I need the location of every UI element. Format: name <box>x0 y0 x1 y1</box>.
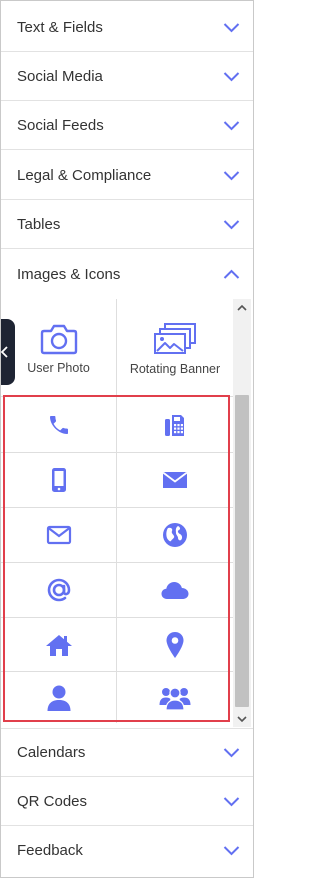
section-label: Tables <box>17 215 61 233</box>
scroll-down-arrow[interactable] <box>233 711 251 727</box>
chevron-up-icon <box>223 269 240 279</box>
section-label: QR Codes <box>17 792 88 810</box>
section-label: Legal & Compliance <box>17 166 152 184</box>
widget-user-photo[interactable]: User Photo <box>1 307 116 391</box>
widget-rotating-banner[interactable]: Rotating Banner <box>117 307 233 391</box>
icon-tile-home[interactable] <box>1 618 116 671</box>
section-legal-compliance[interactable]: Legal & Compliance <box>1 151 253 200</box>
icon-tile-envelope[interactable] <box>117 453 233 507</box>
section-calendars[interactable]: Calendars <box>1 728 253 777</box>
section-social-media[interactable]: Social Media <box>1 52 253 101</box>
chevron-down-icon <box>223 71 240 81</box>
camera-icon <box>40 323 78 355</box>
section-qr-codes[interactable]: QR Codes <box>1 777 253 826</box>
home-icon <box>45 634 72 656</box>
cloud-icon <box>161 582 189 599</box>
fax-icon <box>165 414 184 436</box>
elements-panel: Text & Fields Social Media Social Feeds … <box>0 0 254 878</box>
at-sign-icon <box>47 578 70 602</box>
image-stack-icon <box>152 322 198 356</box>
phone-icon <box>49 415 68 434</box>
section-feedback[interactable]: Feedback <box>1 826 253 875</box>
chevron-down-icon <box>223 846 240 856</box>
icon-tile-phone[interactable] <box>1 397 116 452</box>
chevron-down-icon <box>223 796 240 806</box>
icon-tile-envelope-outline[interactable] <box>1 508 116 562</box>
globe-icon <box>163 523 187 547</box>
images-icons-grid: User Photo Rotating Banner <box>1 299 253 725</box>
section-tables[interactable]: Tables <box>1 200 253 249</box>
user-icon <box>47 685 70 711</box>
section-images-icons[interactable]: Images & Icons <box>1 250 253 299</box>
section-text-fields[interactable]: Text & Fields <box>1 3 253 52</box>
scroll-up-arrow[interactable] <box>233 299 251 315</box>
chevron-down-icon <box>223 219 240 229</box>
envelope-outline-icon <box>46 525 71 545</box>
chevron-down-icon <box>223 170 240 180</box>
icon-tile-fax[interactable] <box>117 397 233 452</box>
icon-tile-cloud[interactable] <box>117 563 233 617</box>
chevron-down-icon <box>223 120 240 130</box>
section-label: Feedback <box>17 842 83 859</box>
icon-tile-users[interactable] <box>117 672 233 724</box>
icon-tile-mobile[interactable] <box>1 453 116 507</box>
widget-label: Rotating Banner <box>129 362 221 376</box>
chevron-left-icon <box>1 346 8 358</box>
icon-tile-globe[interactable] <box>117 508 233 562</box>
mobile-phone-icon <box>51 468 66 492</box>
envelope-solid-icon <box>162 471 188 488</box>
icon-tile-marker[interactable] <box>117 618 233 671</box>
collapse-panel-tab[interactable] <box>1 319 15 385</box>
chevron-down-icon <box>223 22 240 32</box>
chevron-down-icon <box>223 748 240 758</box>
section-label: Images & Icons <box>17 266 121 283</box>
section-label: Text & Fields <box>17 18 103 36</box>
grid-scrollbar[interactable] <box>233 299 251 727</box>
section-label: Social Feeds <box>17 116 104 134</box>
icon-tile-user[interactable] <box>1 672 116 724</box>
section-label: Social Media <box>17 67 103 85</box>
users-icon <box>159 687 191 711</box>
icon-tile-at[interactable] <box>1 563 116 617</box>
section-social-feeds[interactable]: Social Feeds <box>1 101 253 150</box>
section-label: Calendars <box>17 744 86 761</box>
map-marker-icon <box>166 631 184 658</box>
scrollbar-thumb[interactable] <box>235 395 249 707</box>
widget-label: User Photo <box>27 361 90 375</box>
